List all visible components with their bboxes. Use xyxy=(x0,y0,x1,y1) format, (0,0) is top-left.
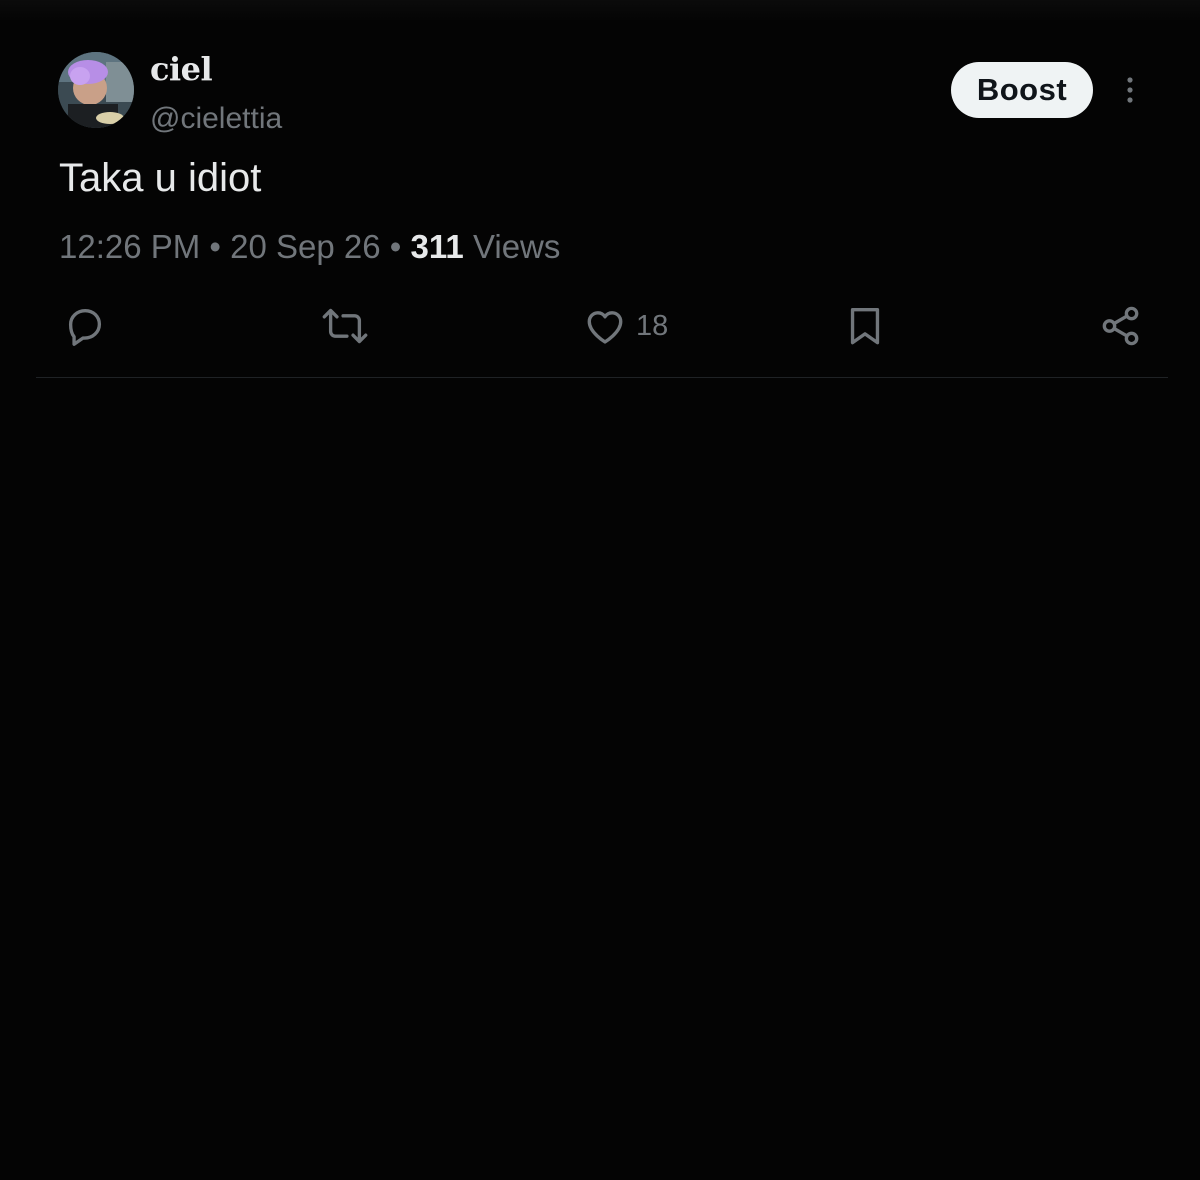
bookmark-button[interactable] xyxy=(842,303,888,349)
post: ciel @cielettia Boost Taka u idiot 12:26… xyxy=(0,0,1200,380)
avatar-image xyxy=(58,52,134,128)
views-label: Views xyxy=(472,228,561,265)
display-name[interactable]: ciel xyxy=(150,50,213,88)
like-button[interactable]: 18 xyxy=(582,303,668,349)
reply-button[interactable] xyxy=(62,303,108,349)
meta-separator: • xyxy=(389,228,402,265)
views-count[interactable]: 311 xyxy=(411,228,464,265)
avatar[interactable] xyxy=(58,52,134,128)
heart-icon xyxy=(587,311,623,344)
boost-button[interactable]: Boost xyxy=(951,62,1093,118)
repost-button[interactable] xyxy=(322,303,368,349)
post-time[interactable]: 12:26 PM xyxy=(59,228,200,265)
divider xyxy=(36,377,1168,378)
repost-icon xyxy=(322,308,368,344)
share-icon xyxy=(1102,306,1139,346)
reply-icon xyxy=(68,308,102,346)
post-meta: 12:26 PM • 20 Sep 26 • 311 Views xyxy=(59,228,560,266)
post-date[interactable]: 20 Sep 26 xyxy=(230,228,380,265)
post-text: Taka u idiot xyxy=(59,156,262,200)
meta-separator: • xyxy=(209,228,221,265)
share-button[interactable] xyxy=(1098,303,1144,349)
bookmark-icon xyxy=(850,308,880,345)
more-options-button[interactable] xyxy=(1118,74,1142,106)
vertical-dots-icon xyxy=(1127,77,1133,103)
like-count: 18 xyxy=(636,309,669,342)
handle[interactable]: @cielettia xyxy=(150,101,282,137)
